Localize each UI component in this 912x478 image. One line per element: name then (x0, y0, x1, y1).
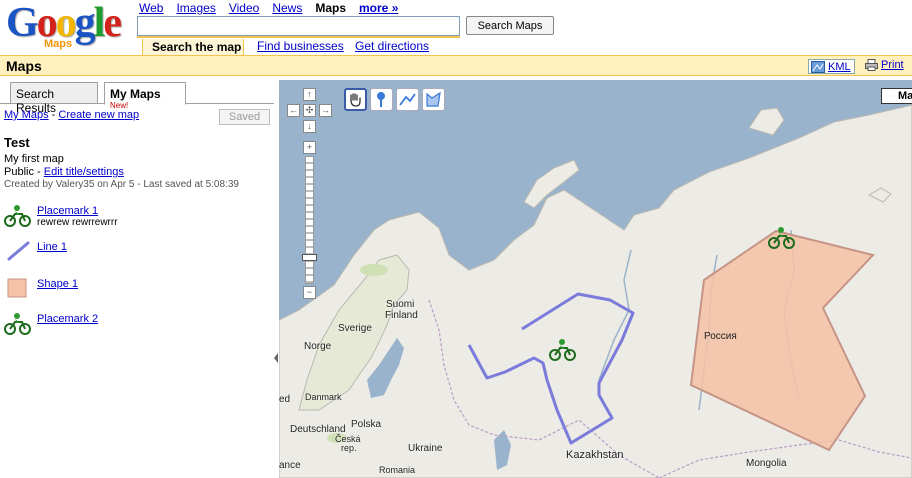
tab-search-results[interactable]: Search Results (10, 82, 98, 115)
shape-1-label[interactable]: Shape 1 (37, 278, 78, 290)
map-label-russia: Россия (704, 331, 737, 342)
nav-news[interactable]: News (272, 1, 302, 15)
list-item-shape-1[interactable]: Shape 1 (4, 276, 264, 306)
panel-tabs: Search Results My Maps New! (0, 80, 274, 115)
saved-button[interactable]: Saved (219, 109, 270, 125)
shape-icon (7, 278, 27, 298)
breadcrumb-sep: - (48, 109, 59, 121)
placemark-1-marker-icon[interactable] (549, 337, 577, 361)
map-description: My first map (4, 153, 64, 165)
nav-images[interactable]: Images (176, 1, 215, 15)
map-label-kazakhstan: Kazakhstan (566, 449, 624, 461)
zoom-slider-handle[interactable] (302, 254, 317, 261)
map-label-finland: Finland (385, 310, 418, 321)
line-icon (7, 241, 30, 261)
line-draw-icon (399, 93, 416, 106)
hand-icon (350, 93, 361, 107)
map-title: Test (4, 135, 30, 150)
google-maps-logo[interactable]: Google Maps (6, 2, 128, 50)
placemark-1-desc: rewrew rewrrewrrr (37, 217, 118, 228)
kml-button[interactable]: KML (808, 59, 855, 74)
kml-icon (811, 60, 825, 73)
list-item-line-1[interactable]: Line 1 (4, 239, 264, 269)
map-label-danmark: Danmark (305, 392, 342, 402)
map-label-mongolia: Mongolia (746, 458, 787, 469)
map-type-button[interactable]: Ma (881, 88, 912, 104)
map-label-ed: ed (279, 394, 291, 405)
placemark-1-label[interactable]: Placemark 1 (37, 205, 98, 217)
shape-draw-icon (426, 91, 441, 107)
map-label-ukraine: Ukraine (408, 443, 443, 454)
line-1-label[interactable]: Line 1 (37, 241, 67, 253)
land-severnaya-zemlya (748, 107, 785, 136)
page-title: Maps (6, 58, 42, 74)
motorbike-icon (4, 205, 31, 227)
placemark-tool[interactable] (370, 88, 393, 111)
print-button[interactable]: Print (865, 59, 904, 71)
search-input[interactable] (137, 16, 460, 36)
nav-more[interactable]: more » (359, 1, 398, 15)
pan-left-button[interactable]: ← (287, 104, 300, 117)
pin-icon (377, 92, 385, 107)
zoom-out-button[interactable]: − (303, 286, 316, 299)
pan-center-button[interactable]: ✣ (303, 104, 316, 117)
nav-web[interactable]: Web (139, 1, 163, 15)
tab-search-the-map[interactable]: Search the map (142, 39, 244, 56)
map-privacy: Public - Edit title/settings (4, 166, 124, 178)
breadcrumb: My Maps - Create new map (4, 109, 139, 121)
print-label: Print (881, 59, 904, 71)
search-subtabs: Search the map Find businesses Get direc… (137, 36, 460, 56)
motorbike-icon (4, 313, 31, 335)
map-label-suomi: Suomi (386, 299, 415, 310)
privacy-label: Public (4, 166, 34, 178)
title-bar: Maps KML Print (0, 55, 912, 76)
my-maps-link[interactable]: My Maps (4, 109, 49, 121)
kml-label: KML (828, 60, 851, 73)
tab-find-businesses[interactable]: Find businesses (257, 39, 344, 53)
map-label-sverige: Sverige (338, 323, 372, 334)
map-label-polska: Polska (351, 419, 382, 430)
shape-tool[interactable] (422, 88, 445, 111)
nav-maps: Maps (315, 1, 347, 15)
side-panel: Search Results My Maps New! My Maps - Cr… (0, 77, 274, 478)
map-label-rep: rep. (341, 443, 357, 453)
create-new-map-link[interactable]: Create new map (58, 109, 139, 121)
pan-hand-tool[interactable] (344, 88, 367, 111)
zoom-slider-track[interactable] (305, 156, 314, 284)
pan-down-button[interactable]: ↓ (303, 120, 316, 133)
edit-settings-link[interactable]: Edit title/settings (44, 166, 124, 178)
placemark-2-marker-icon[interactable] (768, 225, 796, 249)
map-canvas[interactable]: Suomi Finland Sverige Norge Danmark ed D… (279, 80, 912, 478)
tab-get-directions[interactable]: Get directions (355, 39, 429, 53)
pan-right-button[interactable]: → (319, 104, 332, 117)
pan-up-button[interactable]: ↑ (303, 88, 316, 101)
map-label-romania: Romania (379, 465, 416, 475)
top-nav: Web Images Video News Maps more » (139, 1, 411, 15)
map-created-info: Created by Valery35 on Apr 5 - Last save… (4, 179, 239, 190)
nav-video[interactable]: Video (229, 1, 259, 15)
search-maps-button[interactable]: Search Maps (466, 16, 554, 35)
privacy-sep: - (33, 166, 44, 178)
map-label-ance: ance (279, 460, 301, 471)
map-label-norge: Norge (304, 341, 332, 352)
placemark-2-label[interactable]: Placemark 2 (37, 313, 98, 325)
line-tool[interactable] (396, 88, 419, 111)
tab-my-maps[interactable]: My Maps New! (104, 82, 186, 110)
list-item-placemark-2[interactable]: Placemark 2 (4, 311, 264, 341)
logo-subtitle: Maps (44, 38, 73, 50)
header: Google Maps Web Images Video News Maps m… (0, 0, 912, 56)
tab-my-maps-label: My Maps (110, 87, 161, 101)
zoom-in-button[interactable]: + (303, 141, 316, 154)
printer-icon (865, 59, 878, 71)
list-item-placemark-1[interactable]: Placemark 1 rewrew rewrrewrrr (4, 203, 264, 233)
